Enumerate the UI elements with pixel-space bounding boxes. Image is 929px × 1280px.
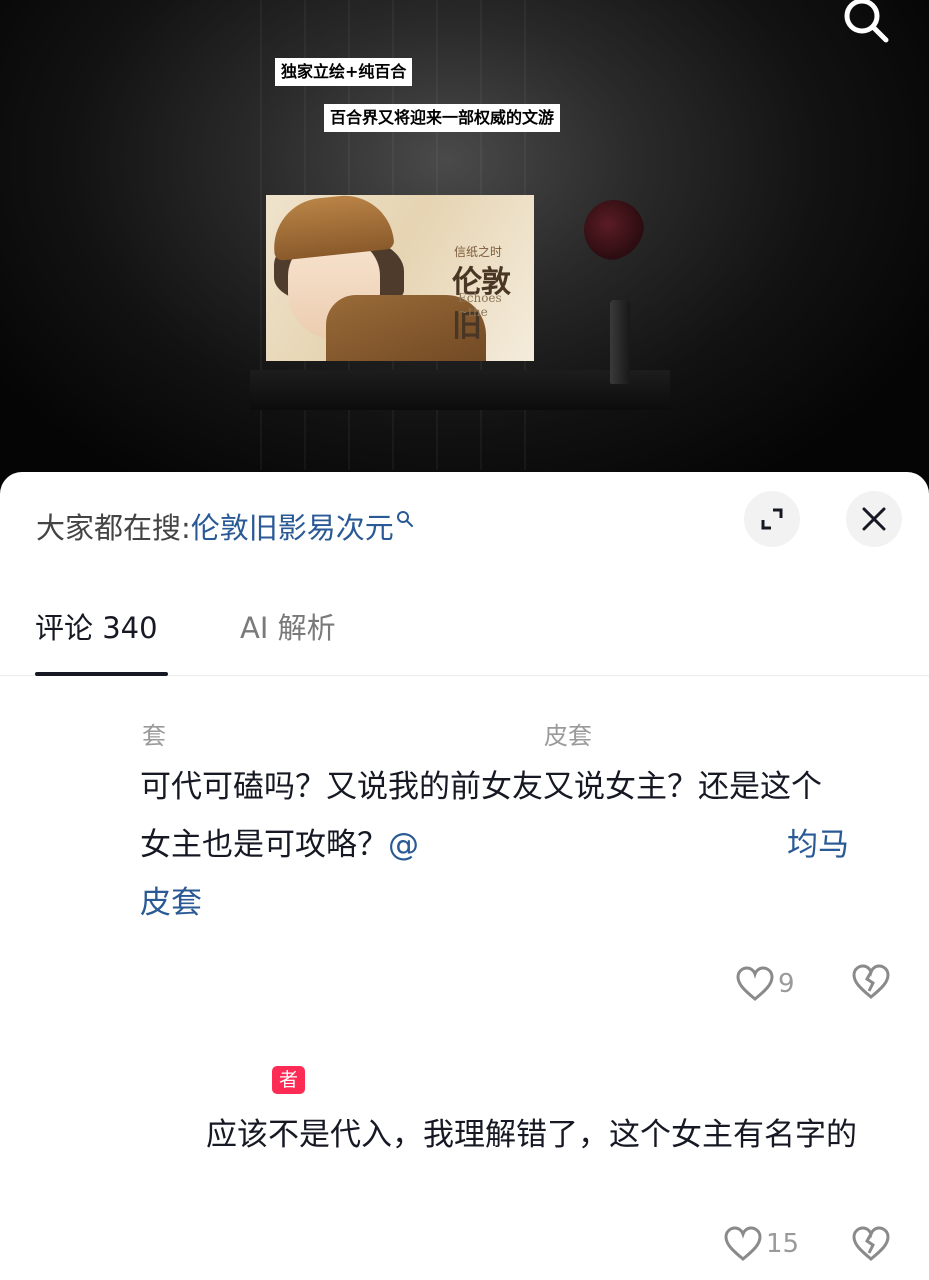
search-button[interactable] [836, 0, 892, 48]
like-count: 9 [778, 969, 795, 999]
broken-heart-icon [852, 1226, 890, 1261]
comment-reply-item: 者 应该不是代入，我理解错了，这个女主有名字的 15 [0, 1060, 929, 1270]
hot-search-prefix: 大家都在搜: [36, 511, 191, 545]
like-button[interactable]: 9 [736, 966, 795, 1002]
search-icon [396, 511, 413, 527]
background-bottle [610, 300, 630, 384]
comment-text-part: 女主也是可攻略？ [140, 827, 388, 863]
close-button[interactable] [846, 491, 902, 547]
comment-mention-tail[interactable]: 皮套 [140, 885, 202, 921]
dislike-button[interactable] [852, 1226, 890, 1266]
video-player[interactable]: 独家立绘+纯百合 百合界又将迎来一部权威的文游 信纸之时 伦敦旧 Echoes … [0, 0, 929, 500]
comment-username-end[interactable]: 皮套 [544, 716, 592, 751]
comment-text-line-1: 可代可磕吗？又说我的前女友又说女主？还是这个 [140, 769, 822, 805]
comment-item: 套 皮套 可代可磕吗？又说我的前女友又说女主？还是这个 女主也是可攻略？@ 均马 … [0, 708, 929, 1018]
tab-indicator [35, 672, 168, 676]
video-caption-2: 百合界又将迎来一部权威的文游 [324, 104, 561, 132]
comment-tabs: 评论 340 AI 解析 [0, 590, 929, 676]
like-count: 15 [766, 1229, 800, 1259]
comment-sheet: 大家都在搜:伦敦旧影易次元 评论 340 AI 解析 套 皮套 可代可磕吗？又说… [0, 472, 929, 1280]
poster-title-en: Echoes ~the [458, 291, 502, 319]
hot-search-bar[interactable]: 大家都在搜:伦敦旧影易次元 [36, 508, 414, 548]
comment-username-start[interactable]: 套 [142, 716, 166, 751]
comment-text-line-2: 女主也是可攻略？@ 均马 [140, 816, 849, 874]
background-counter [250, 370, 670, 410]
heart-icon [736, 966, 774, 1001]
author-badge: 者 [272, 1066, 306, 1094]
comment-text-line-3: 皮套 [140, 874, 202, 932]
heart-icon [724, 1226, 762, 1261]
redacted-mention [419, 826, 787, 867]
reply-text: 应该不是代入，我理解错了，这个女主有名字的 [206, 1117, 857, 1153]
dislike-button[interactable] [852, 964, 890, 1004]
expand-icon [761, 508, 783, 530]
background-flowers [584, 200, 644, 260]
video-caption-1: 独家立绘+纯百合 [275, 58, 413, 86]
comment-mention-end[interactable]: 均马 [787, 827, 849, 863]
close-icon [862, 507, 886, 531]
game-poster: 信纸之时 伦敦旧 Echoes ~the [266, 195, 534, 361]
tab-ai-analysis[interactable]: AI 解析 [240, 608, 336, 648]
expand-button[interactable] [744, 491, 800, 547]
redacted-username [170, 712, 540, 748]
tab-comments[interactable]: 评论 340 [35, 608, 158, 648]
search-icon [844, 0, 889, 43]
like-button[interactable]: 15 [724, 1226, 799, 1262]
hot-search-term[interactable]: 伦敦旧影易次元 [191, 511, 394, 545]
comment-mention[interactable]: @ [388, 827, 419, 863]
broken-heart-icon [852, 964, 890, 999]
